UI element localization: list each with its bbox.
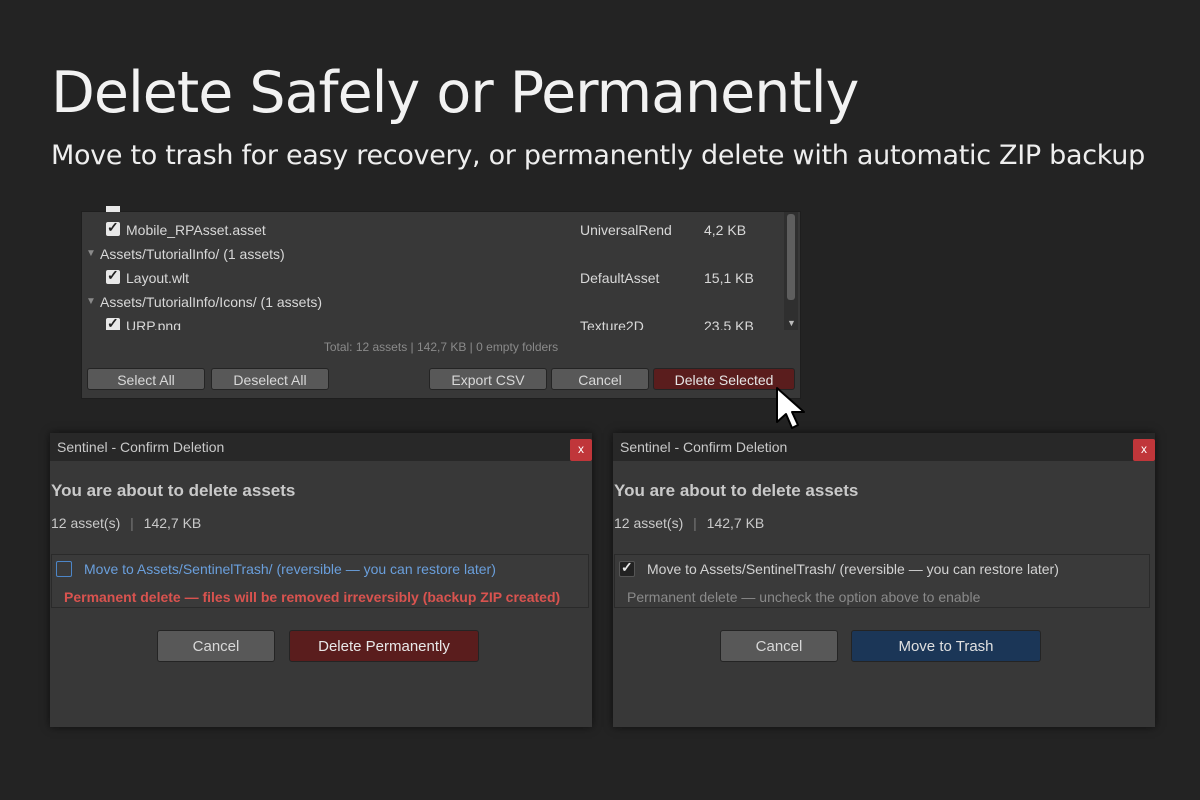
folder-name: Assets/TutorialInfo/Icons/ (1 assets) (100, 294, 323, 310)
totals-summary: Total: 12 assets | 142,7 KB | 0 empty fo… (323, 340, 559, 354)
headline: Delete Safely or Permanently (51, 60, 859, 126)
scroll-down-icon[interactable]: ▼ (787, 318, 796, 328)
asset-size: 23,5 KB (704, 318, 754, 330)
folder-row[interactable]: ▼ Assets/TutorialInfo/Icons/ (1 assets) (82, 290, 782, 314)
asset-type: Texture2D (580, 318, 644, 330)
dialog-heading: You are about to delete assets (51, 481, 296, 500)
asset-type: UniversalRend (580, 222, 672, 238)
asset-count-summary: 12 asset(s) | 142,7 KB (614, 515, 764, 531)
asset-row[interactable]: Layout.wlt DefaultAsset 15,1 KB (82, 266, 782, 290)
delete-permanently-button[interactable]: Delete Permanently (289, 630, 479, 662)
asset-size: 4,2 KB (704, 222, 747, 238)
asset-row[interactable]: URP.png Texture2D 23,5 KB (82, 314, 782, 330)
triangle-down-icon[interactable]: ▼ (86, 296, 96, 307)
deselect-all-button[interactable]: Deselect All (211, 368, 329, 390)
asset-size: 15,1 KB (704, 270, 754, 286)
close-icon[interactable]: x (570, 439, 592, 461)
asset-count-summary: 12 asset(s) | 142,7 KB (51, 515, 201, 531)
asset-name: URP.png (126, 318, 182, 330)
move-to-trash-checkbox[interactable] (619, 559, 635, 577)
dialog-heading: You are about to delete assets (614, 481, 859, 500)
checkbox-partial[interactable] (106, 206, 120, 212)
asset-name: Layout.wlt (126, 270, 190, 286)
move-to-trash-checkbox[interactable] (56, 561, 72, 577)
asset-size-total: 142,7 KB (706, 515, 765, 531)
delete-options: Move to Assets/SentinelTrash/ (reversibl… (51, 554, 589, 608)
permanent-delete-warning: Permanent delete — files will be removed… (64, 589, 561, 605)
asset-count: 12 asset(s) (51, 515, 121, 531)
cancel-button[interactable]: Cancel (157, 630, 275, 662)
asset-size-total: 142,7 KB (143, 515, 202, 531)
cancel-button[interactable]: Cancel (720, 630, 838, 662)
export-csv-button[interactable]: Export CSV (429, 368, 547, 390)
delete-options: Move to Assets/SentinelTrash/ (reversibl… (614, 554, 1150, 608)
select-all-button[interactable]: Select All (87, 368, 205, 390)
permanent-delete-note: Permanent delete — uncheck the option ab… (627, 589, 981, 605)
mouse-pointer-icon (776, 387, 805, 429)
dialog-titlebar: Sentinel - Confirm Deletion x (613, 433, 1155, 461)
separator: | (130, 515, 134, 531)
subheadline: Move to trash for easy recovery, or perm… (51, 140, 1145, 171)
cancel-button[interactable]: Cancel (551, 368, 649, 390)
dialog-titlebar: Sentinel - Confirm Deletion x (50, 433, 592, 461)
checkmark-icon[interactable] (106, 315, 120, 330)
folder-name: Assets/TutorialInfo/ (1 assets) (100, 246, 285, 262)
scrollbar-thumb[interactable] (787, 214, 795, 300)
move-to-trash-button[interactable]: Move to Trash (851, 630, 1041, 662)
confirm-delete-dialog-permanent: Sentinel - Confirm Deletion x You are ab… (50, 433, 592, 727)
asset-list-panel: Mobile_RPAsset.asset UniversalRend 4,2 K… (81, 206, 801, 399)
folder-row[interactable]: ▼ Assets/TutorialInfo/ (1 assets) (82, 242, 782, 266)
move-to-trash-label[interactable]: Move to Assets/SentinelTrash/ (reversibl… (647, 561, 1059, 577)
triangle-down-icon[interactable]: ▼ (86, 248, 96, 259)
asset-row[interactable]: Mobile_RPAsset.asset UniversalRend 4,2 K… (82, 218, 782, 242)
confirm-delete-dialog-trash: Sentinel - Confirm Deletion x You are ab… (613, 433, 1155, 727)
asset-type: DefaultAsset (580, 270, 660, 286)
checkmark-icon[interactable] (106, 219, 120, 236)
dialog-title: Sentinel - Confirm Deletion (620, 439, 788, 455)
move-to-trash-label[interactable]: Move to Assets/SentinelTrash/ (reversibl… (84, 561, 496, 577)
checkmark-icon[interactable] (106, 267, 120, 284)
asset-count: 12 asset(s) (614, 515, 684, 531)
dialog-title: Sentinel - Confirm Deletion (57, 439, 225, 455)
scrollbar[interactable]: ▼ (784, 212, 798, 330)
asset-name: Mobile_RPAsset.asset (126, 222, 266, 238)
separator: | (693, 515, 697, 531)
close-icon[interactable]: x (1133, 439, 1155, 461)
